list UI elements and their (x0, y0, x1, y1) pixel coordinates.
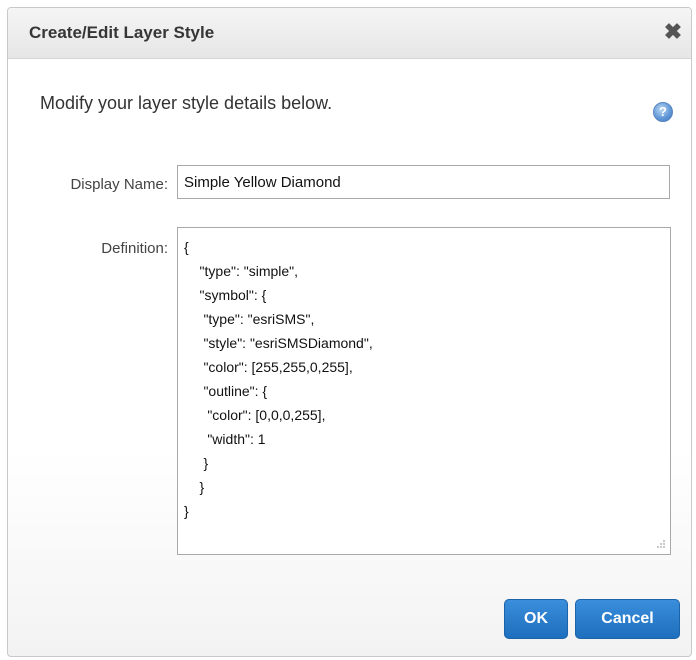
definition-textarea[interactable]: { "type": "simple", "symbol": { "type": … (177, 227, 671, 555)
dialog-title-bar[interactable]: Create/Edit Layer Style ✖ (8, 8, 691, 59)
close-icon[interactable]: ✖ (661, 20, 685, 44)
layer-style-dialog: Create/Edit Layer Style ✖ Modify your la… (7, 7, 692, 657)
display-name-input[interactable] (177, 165, 670, 199)
intro-text: Modify your layer style details below. (40, 93, 333, 113)
help-icon[interactable]: ? (653, 102, 673, 122)
dialog-title: Create/Edit Layer Style (29, 23, 215, 42)
definition-label: Definition: (101, 240, 168, 257)
ok-button[interactable]: OK (504, 599, 568, 639)
cancel-button[interactable]: Cancel (575, 599, 680, 639)
resize-grip-icon[interactable] (654, 538, 666, 550)
display-name-label: Display Name: (70, 176, 168, 193)
